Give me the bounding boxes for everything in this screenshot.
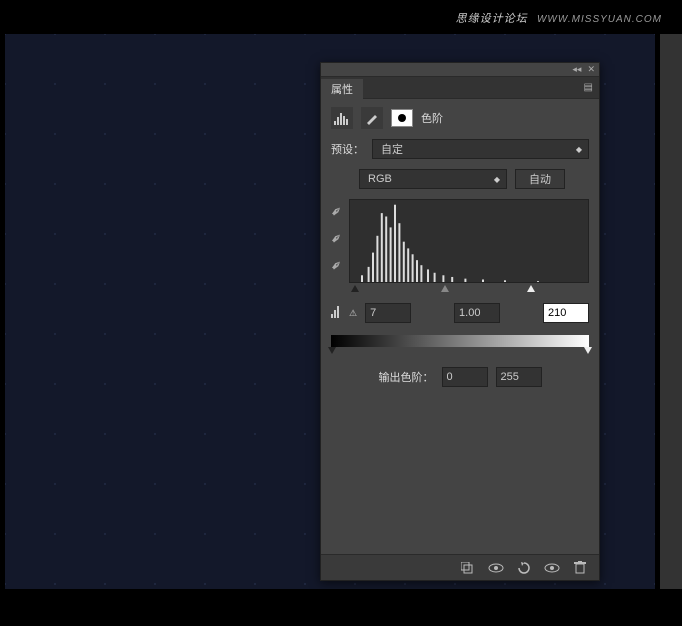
output-white-slider[interactable] (584, 347, 592, 354)
output-label: 输出色阶： (379, 369, 434, 385)
histogram-section: ✒ ✒ ✒ (331, 199, 589, 293)
preset-select[interactable]: 自定 ◆ (372, 139, 589, 159)
right-panel-strip (660, 34, 682, 589)
input-slider-track[interactable] (349, 283, 589, 293)
output-black-slider[interactable] (328, 347, 336, 354)
preset-label: 预设： (331, 141, 364, 157)
eyedropper-column: ✒ ✒ ✒ (331, 199, 343, 293)
watermark-text: 思缘设计论坛 (456, 13, 528, 25)
watermark-url: WWW.MISSYUAN.COM (537, 14, 662, 25)
trash-icon[interactable] (569, 559, 591, 577)
midtone-slider[interactable] (441, 285, 449, 292)
highlight-input[interactable] (543, 303, 589, 323)
preset-row: 预设： 自定 ◆ (331, 139, 589, 159)
watermark: 思缘设计论坛 WWW.MISSYUAN.COM (456, 10, 662, 26)
eyedropper-black-icon[interactable]: ✒ (327, 201, 347, 221)
close-icon[interactable]: ✕ (587, 64, 595, 75)
channel-value: RGB (368, 173, 392, 185)
output-gradient-wrap (331, 333, 589, 347)
channel-select[interactable]: RGB ◆ (359, 169, 507, 189)
histogram-wrap (349, 199, 589, 293)
levels-icon[interactable] (331, 107, 353, 129)
preset-value: 自定 (381, 141, 403, 157)
output-black-input[interactable] (442, 367, 488, 387)
chevron-down-icon: ◆ (494, 175, 500, 184)
chevron-down-icon: ◆ (576, 145, 582, 154)
clip-to-layer-icon[interactable] (457, 559, 479, 577)
auto-button[interactable]: 自动 (515, 169, 565, 189)
histogram-chart[interactable] (349, 199, 589, 283)
output-gradient[interactable] (331, 335, 589, 347)
panel-footer (321, 554, 599, 580)
adjustment-type-label: 色阶 (421, 110, 443, 126)
visibility-icon[interactable] (541, 559, 563, 577)
tab-properties[interactable]: 属性 (321, 79, 363, 99)
panel-body: 色阶 预设： 自定 ◆ RGB ◆ 自动 ✒ ✒ ✒ (321, 99, 599, 554)
shadow-input[interactable] (365, 303, 411, 323)
view-previous-icon[interactable] (485, 559, 507, 577)
highlight-slider[interactable] (527, 285, 535, 292)
mask-icon[interactable] (391, 109, 413, 127)
eyedropper-gray-icon[interactable]: ✒ (327, 228, 347, 248)
shadow-slider[interactable] (351, 285, 359, 292)
reset-icon[interactable] (513, 559, 535, 577)
input-levels-row: ⚠ (331, 303, 589, 323)
channel-row: RGB ◆ 自动 (331, 169, 589, 189)
output-white-input[interactable] (496, 367, 542, 387)
properties-panel: ◂◂ ✕ 属性 ▤ 色阶 预设： 自定 ◆ RGB ◆ (320, 62, 600, 581)
panel-menu-icon[interactable]: ▤ (578, 82, 599, 93)
midtone-input[interactable] (454, 303, 500, 323)
panel-header: ◂◂ ✕ (321, 63, 599, 77)
adjustment-type-row: 色阶 (331, 107, 589, 129)
collapse-icon[interactable]: ◂◂ (572, 64, 581, 75)
eyedropper-white-icon[interactable]: ✒ (327, 255, 347, 275)
clip-warning-icon[interactable]: ⚠ (331, 306, 357, 320)
panel-tab-bar: 属性 ▤ (321, 77, 599, 99)
output-levels-row: 输出色阶： (331, 367, 589, 387)
brush-icon[interactable] (361, 107, 383, 129)
